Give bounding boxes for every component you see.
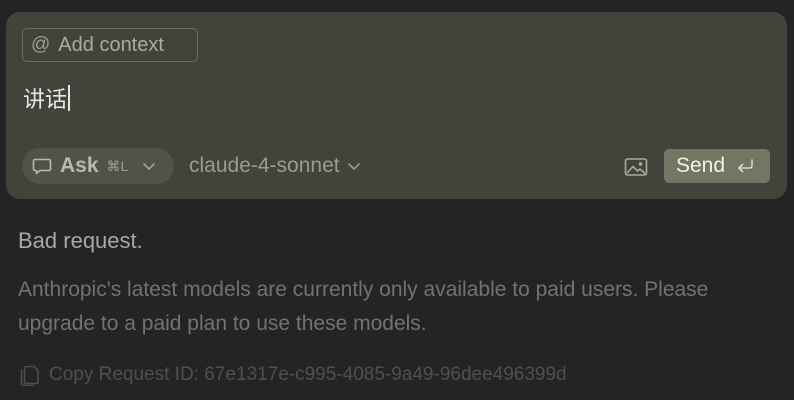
text-caret bbox=[68, 85, 70, 111]
error-title: Bad request. bbox=[18, 228, 143, 253]
add-context-button[interactable]: @ Add context bbox=[22, 28, 198, 62]
copy-icon bbox=[20, 364, 40, 386]
chat-bubble-icon bbox=[32, 156, 52, 176]
mode-shortcut: ⌘L bbox=[106, 157, 129, 174]
send-label: Send bbox=[676, 154, 726, 177]
add-context-label: Add context bbox=[58, 33, 164, 56]
model-selector[interactable]: claude-4-sonnet bbox=[189, 151, 361, 181]
message-input-value: 讲话 bbox=[23, 88, 68, 113]
attach-image-button[interactable] bbox=[623, 155, 649, 179]
enter-icon bbox=[735, 158, 755, 174]
message-input[interactable]: 讲话 bbox=[23, 82, 70, 114]
at-icon: @ bbox=[31, 34, 51, 55]
error-message: Anthropic's latest models are currently … bbox=[18, 278, 709, 335]
mode-selector[interactable]: Ask ⌘L bbox=[22, 148, 174, 184]
mode-label: Ask bbox=[60, 154, 99, 177]
chevron-down-icon bbox=[347, 161, 361, 171]
chevron-down-icon bbox=[142, 161, 156, 171]
image-icon bbox=[624, 157, 648, 177]
send-button[interactable]: Send bbox=[664, 149, 770, 183]
model-label: claude-4-sonnet bbox=[189, 154, 340, 177]
copy-request-id-button[interactable]: Copy Request ID: 67e1317e-c995-4085-9a49… bbox=[20, 364, 567, 386]
chat-composer: @ Add context 讲话 Ask ⌘L claude-4-sonnet bbox=[6, 12, 787, 199]
copy-request-id-label: Copy Request ID: 67e1317e-c995-4085-9a49… bbox=[49, 364, 567, 385]
